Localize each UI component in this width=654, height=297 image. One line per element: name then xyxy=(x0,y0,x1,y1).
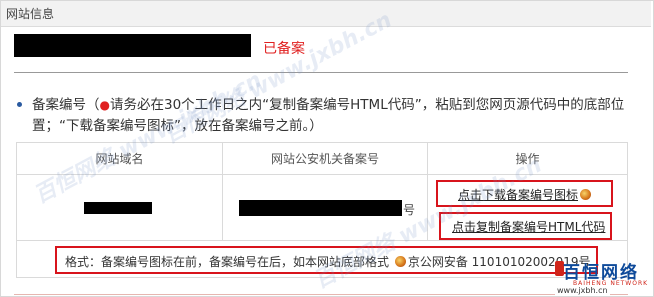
section-header: 网站信息 xyxy=(1,1,651,27)
table-header-row: 网站域名 网站公安机关备案号 操作 xyxy=(16,142,628,175)
highlight-box-copy xyxy=(439,212,612,240)
logo-url: www.jxbh.cn xyxy=(555,286,610,295)
col-header-domain: 网站域名 xyxy=(16,142,223,175)
bottom-divider xyxy=(14,294,628,295)
bullet-icon xyxy=(17,102,22,107)
col-header-actions: 操作 xyxy=(427,142,628,175)
divider xyxy=(14,72,628,73)
redacted-license-number xyxy=(239,200,402,216)
instruction-lead: 备案编号（ xyxy=(32,97,100,113)
brand-logo: 百恒网络 BAIHENG NETWORK www.jxbh.cn xyxy=(555,258,654,295)
required-mark-icon: ● xyxy=(99,98,110,112)
instruction-text: 备案编号（●请务必在30个工作日之内“复制备案编号HTML代码”，粘贴到您网页源… xyxy=(32,95,632,137)
highlight-box-format xyxy=(55,246,598,274)
highlight-box-download xyxy=(436,180,613,207)
redacted-domain xyxy=(84,202,152,214)
domain-cell xyxy=(16,174,223,241)
redacted-site-name xyxy=(14,34,251,57)
col-header-license: 网站公安机关备案号 xyxy=(222,142,428,175)
filing-status: 已备案 xyxy=(263,41,305,57)
license-suffix: 号 xyxy=(403,203,416,217)
instruction-body: 请务必在30个工作日之内“复制备案编号HTML代码”，粘贴到您网页源代码中的底部… xyxy=(32,97,625,134)
license-cell: 号 xyxy=(222,174,428,241)
